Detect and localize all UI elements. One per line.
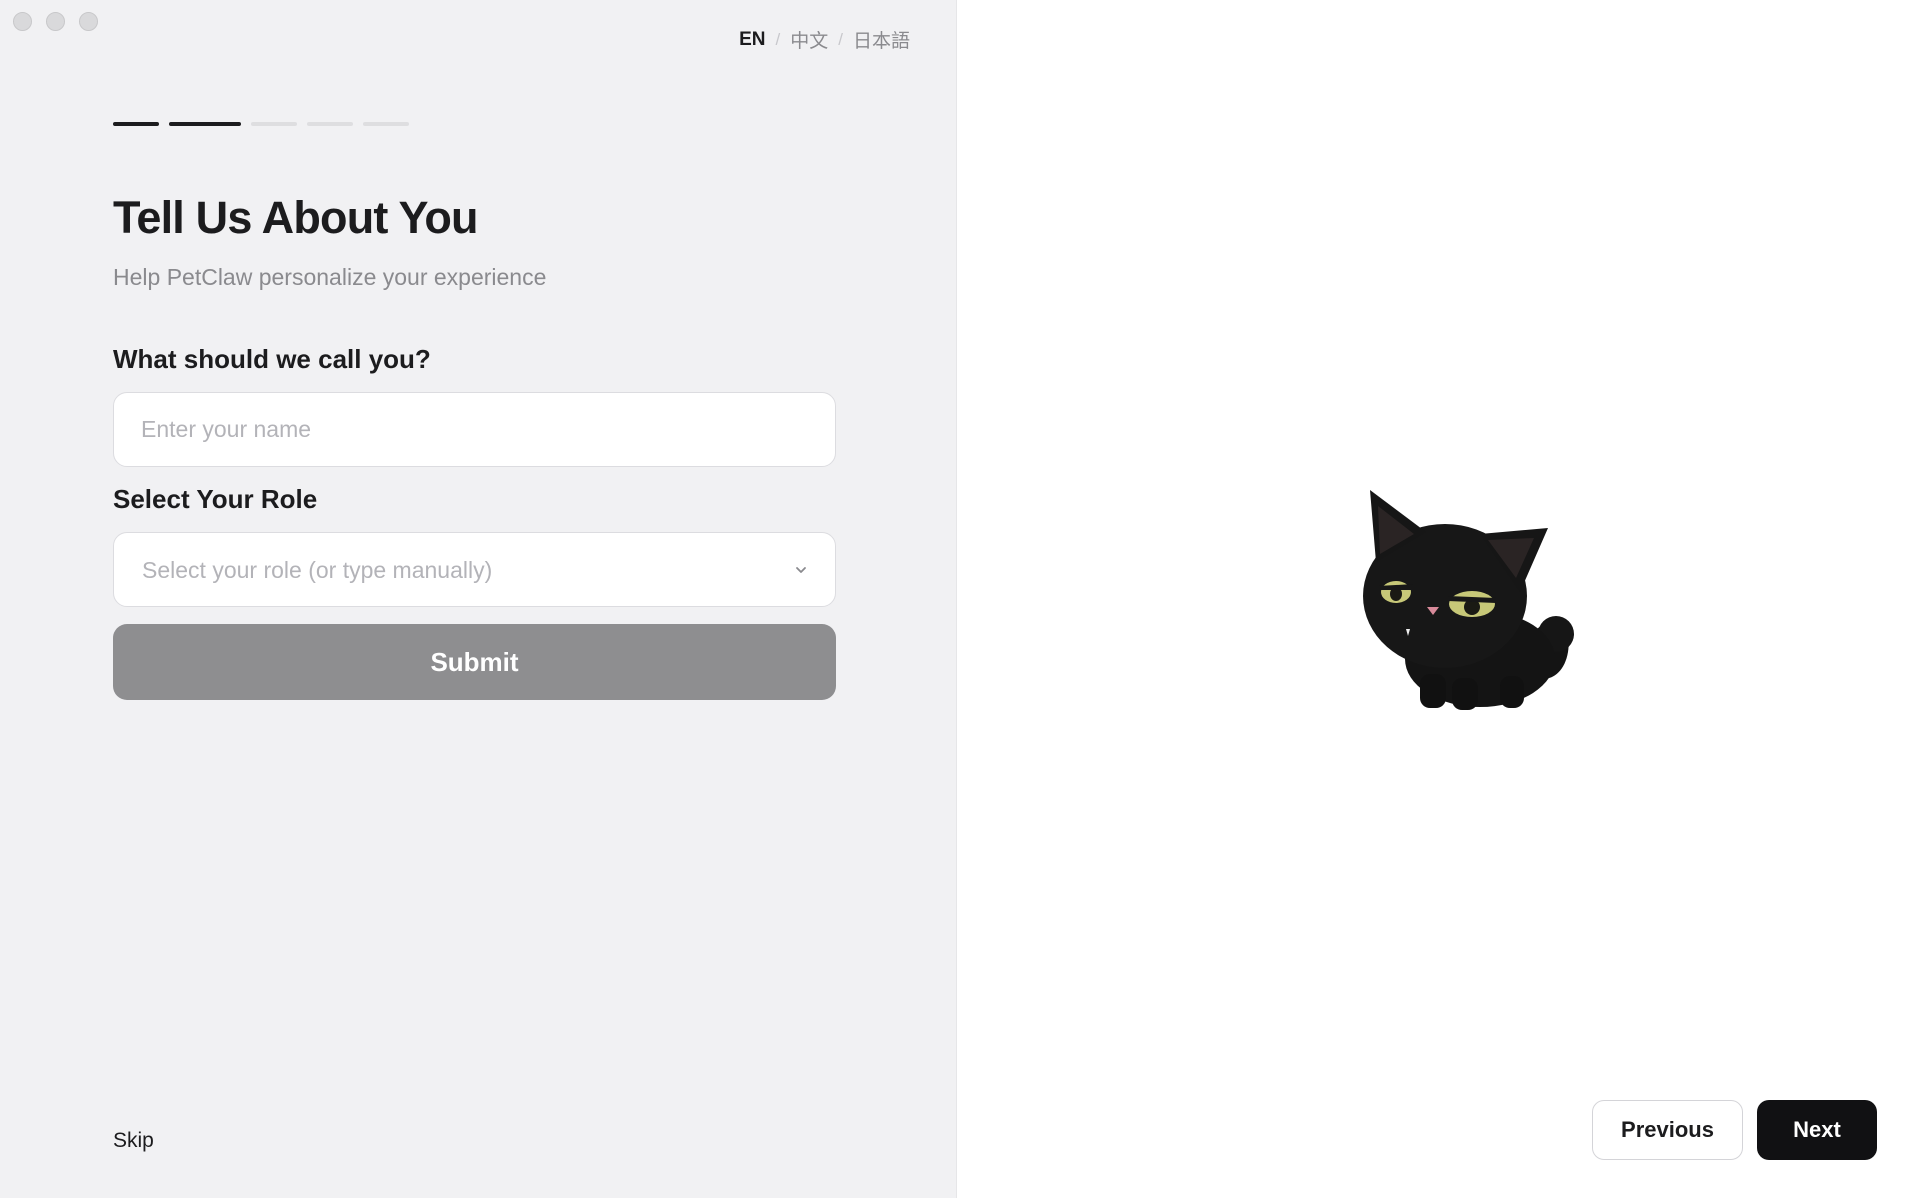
onboarding-form-pane: EN / 中文 / 日本語 Tell Us About You Help Pet… [0, 0, 957, 1198]
progress-step-5 [363, 122, 409, 126]
language-option-ja[interactable]: 日本語 [853, 26, 910, 53]
window-controls [13, 12, 98, 31]
black-cat-mascot-icon [1363, 490, 1574, 710]
minimize-window-button[interactable] [46, 12, 65, 31]
language-separator: / [775, 29, 781, 49]
submit-button[interactable]: Submit [113, 624, 836, 700]
page-title: Tell Us About You [113, 192, 479, 243]
chevron-down-icon [796, 567, 806, 573]
close-window-button[interactable] [13, 12, 32, 31]
role-select-placeholder: Select your role (or type manually) [142, 557, 493, 583]
progress-step-1 [113, 122, 159, 126]
language-separator: / [838, 29, 843, 49]
skip-link[interactable]: Skip [113, 1129, 154, 1153]
progress-step-3 [251, 122, 297, 126]
name-field-label: What should we call you? [113, 344, 431, 374]
progress-step-2 [169, 122, 241, 126]
next-button[interactable]: Next [1757, 1100, 1877, 1160]
zoom-window-button[interactable] [79, 12, 98, 31]
role-field-label: Select Your Role [113, 484, 318, 514]
language-option-zh[interactable]: 中文 [790, 26, 828, 53]
progress-step-4 [307, 122, 353, 126]
page-subtitle: Help PetClaw personalize your experience [113, 264, 547, 290]
role-select[interactable]: Select your role (or type manually) [113, 532, 836, 607]
previous-button[interactable]: Previous [1592, 1100, 1743, 1160]
language-option-en[interactable]: EN [739, 29, 765, 51]
name-field-container [113, 392, 836, 467]
language-switcher: EN / 中文 / 日本語 [739, 26, 910, 53]
step-progress-indicator [113, 122, 409, 126]
name-input[interactable] [114, 393, 835, 466]
